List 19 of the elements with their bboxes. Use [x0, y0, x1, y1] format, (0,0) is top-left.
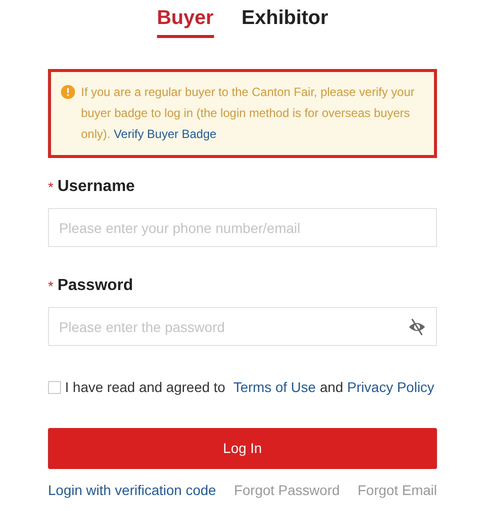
input-field[interactable]: Please enter your phone number/email — [48, 208, 437, 247]
field-label: Username — [57, 177, 135, 197]
tab[interactable]: Exhibitor — [242, 3, 328, 38]
info-icon — [61, 85, 75, 99]
privacy-link[interactable]: Privacy Policy — [347, 377, 434, 398]
required-mark: * — [48, 178, 54, 196]
notice-text: If you are a regular buyer to the Canton Fair, please verify your buyer badge to log in (the login method is for overseas buyers only). Verify Buyer Badge — [81, 84, 416, 143]
terms-link[interactable]: Terms of Use — [233, 377, 316, 398]
verify-badge-link[interactable]: Verify Buyer Badge — [114, 127, 216, 141]
tab[interactable]: Buyer — [156, 3, 214, 38]
eye-slash-icon[interactable] — [407, 317, 427, 337]
input-field[interactable]: Please enter the password — [48, 307, 437, 346]
login-button[interactable]: Log In — [48, 428, 437, 469]
agree-checkbox[interactable] — [48, 381, 61, 394]
field-label: Password — [57, 276, 134, 296]
footer-link[interactable]: Login with verification code — [48, 480, 216, 501]
agreement-text: I have read and agreed to — [65, 378, 226, 397]
agreement-joiner: and — [320, 378, 344, 397]
required-mark: * — [48, 276, 54, 296]
